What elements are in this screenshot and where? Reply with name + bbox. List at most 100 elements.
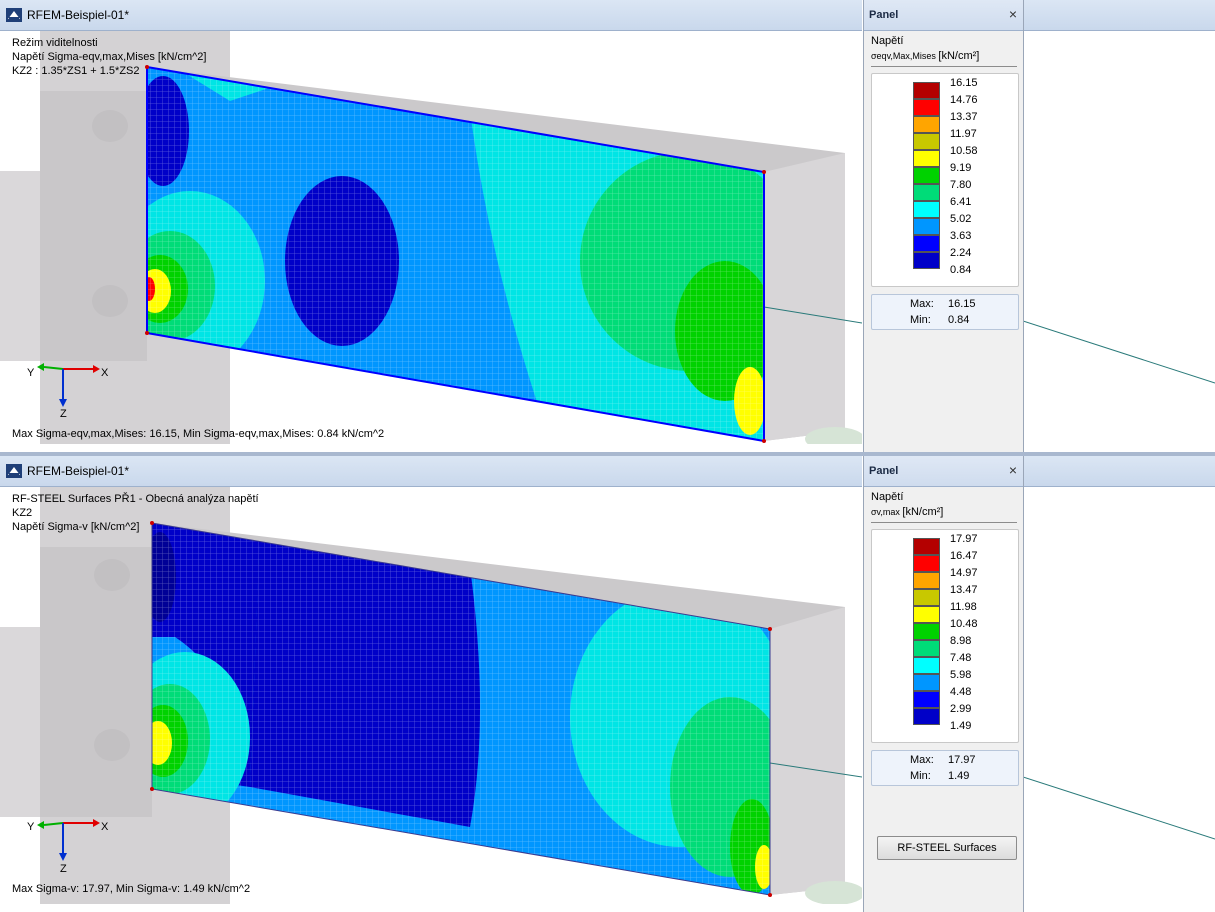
axis-x-label: X (101, 821, 109, 833)
result-type: σv,max [kN/cm²] (871, 506, 1017, 518)
scale-segment (913, 116, 940, 133)
min-label: Min: (910, 770, 931, 782)
window-title: RFEM-Beispiel-01* (27, 464, 130, 478)
top-model-view (0, 31, 862, 444)
scale-segment (913, 708, 940, 725)
scale-value: 13.47 (950, 584, 978, 596)
bottom-right-area (1022, 487, 1215, 904)
max-value: 17.97 (948, 754, 976, 766)
scale-value: 3.63 (950, 230, 972, 242)
scale-value: 10.48 (950, 618, 978, 630)
min-value: 0.84 (948, 314, 970, 326)
scale-segment (913, 538, 940, 555)
panel-title: Panel (869, 9, 899, 21)
scale-segment (913, 82, 940, 99)
result-title: Napětí (871, 491, 904, 503)
app-logo-icon (6, 464, 22, 478)
scale-segment (913, 589, 940, 606)
result-unit: [kN/cm²] (938, 50, 980, 62)
scale-value: 10.58 (950, 145, 978, 157)
scale-value: 9.19 (950, 162, 972, 174)
scale-segment (913, 184, 940, 201)
panel-header[interactable]: Panel × (864, 0, 1023, 31)
scale-segment (913, 606, 940, 623)
info-line-1: RF-STEEL Surfaces PŘ1 - Obecná analýza n… (12, 493, 259, 505)
scale-segment (913, 640, 940, 657)
results-panel: Panel × Napětí σeqv,Max,Mises [kN/cm²] 1… (863, 0, 1024, 452)
scale-segment (913, 252, 940, 269)
scale-segment (913, 657, 940, 674)
bottom-window: RFEM-Beispiel-01* RF-STEEL Surfaces PŘ1 … (0, 456, 1215, 912)
scale-value: 7.80 (950, 179, 972, 191)
panel-title: Panel (869, 465, 899, 477)
scale-value: 5.02 (950, 213, 972, 225)
bottom-viewport[interactable]: RF-STEEL Surfaces PŘ1 - Obecná analýza n… (0, 487, 862, 904)
color-scale: 16.15 14.76 13.37 11.97 10.58 9.19 7.80 … (871, 73, 1019, 287)
scale-value: 13.37 (950, 111, 978, 123)
close-icon[interactable]: × (1005, 5, 1021, 23)
axis-x-label: X (101, 367, 109, 379)
scale-segment (913, 167, 940, 184)
bottom-titlebar[interactable]: RFEM-Beispiel-01* (0, 456, 862, 487)
panel-header[interactable]: Panel × (864, 456, 1023, 487)
top-viewport[interactable]: Režim viditelnosti Napětí Sigma-eqv,max,… (0, 31, 862, 444)
scale-segment (913, 150, 940, 167)
top-window: RFEM-Beispiel-01* Režim viditelnosti Nap… (0, 0, 1215, 452)
scale-value: 5.98 (950, 669, 972, 681)
axis-y-label: Y (27, 367, 35, 379)
scale-value: 14.97 (950, 567, 978, 579)
result-unit: [kN/cm²] (902, 506, 944, 518)
top-titlebar-right (1022, 0, 1215, 31)
scale-value: 4.48 (950, 686, 972, 698)
min-value: 1.49 (948, 770, 970, 782)
bottom-model-view (0, 487, 862, 904)
scale-value: 1.49 (950, 720, 972, 732)
scale-segment (913, 555, 940, 572)
scale-segment (913, 235, 940, 252)
scale-value: 11.98 (950, 601, 977, 613)
app-logo-icon (6, 8, 22, 22)
scale-segment (913, 674, 940, 691)
axis-y-label: Y (27, 821, 35, 833)
info-line-3: Napětí Sigma-v [kN/cm^2] (12, 521, 140, 533)
scale-segment (913, 218, 940, 235)
panel-body: Napětí σv,max [kN/cm²] 17.97 16.47 14.97… (871, 491, 1019, 860)
max-label: Max: (910, 298, 934, 310)
info-line-1: Režim viditelnosti (12, 37, 98, 49)
max-value: 16.15 (948, 298, 976, 310)
max-min-summary: Max Sigma-v: 17.97, Min Sigma-v: 1.49 kN… (12, 883, 251, 895)
scale-value: 0.84 (950, 264, 972, 276)
scale-value: 17.97 (950, 533, 978, 545)
info-line-2: KZ2 (12, 507, 33, 519)
result-symbol: σv,max (871, 507, 900, 517)
scale-value: 16.15 (950, 77, 978, 89)
info-line-2: Napětí Sigma-eqv,max,Mises [kN/cm^2] (12, 51, 207, 63)
window-title: RFEM-Beispiel-01* (27, 8, 130, 22)
scale-value: 7.48 (950, 652, 972, 664)
results-panel: Panel × Napětí σv,max [kN/cm²] 17.97 16.… (863, 456, 1024, 912)
scale-value: 6.41 (950, 196, 972, 208)
max-min-summary: Max Sigma-eqv,max,Mises: 16.15, Min Sigm… (12, 428, 385, 440)
result-title: Napětí (871, 35, 904, 47)
scale-segment (913, 623, 940, 640)
result-symbol: σeqv,Max,Mises (871, 51, 936, 61)
max-label: Max: (910, 754, 934, 766)
scale-segment (913, 572, 940, 589)
result-type: σeqv,Max,Mises [kN/cm²] (871, 50, 1017, 62)
scale-value: 16.47 (950, 550, 978, 562)
top-right-area (1022, 31, 1215, 444)
axis-z-label: Z (60, 863, 67, 875)
min-label: Min: (910, 314, 931, 326)
scale-segment (913, 201, 940, 218)
scale-value: 2.99 (950, 703, 972, 715)
rf-steel-surfaces-button[interactable]: RF-STEEL Surfaces (877, 836, 1017, 860)
panel-body: Napětí σeqv,Max,Mises [kN/cm²] 16.15 14.… (871, 35, 1019, 330)
scale-segment (913, 99, 940, 116)
close-icon[interactable]: × (1005, 461, 1021, 479)
scale-value: 14.76 (950, 94, 978, 106)
scale-value: 2.24 (950, 247, 972, 259)
min-max-box: Max: 17.97 Min: 1.49 (871, 750, 1019, 786)
top-titlebar[interactable]: RFEM-Beispiel-01* (0, 0, 862, 31)
color-scale: 17.97 16.47 14.97 13.47 11.98 10.48 8.98… (871, 529, 1019, 743)
axis-z-label: Z (60, 408, 67, 420)
